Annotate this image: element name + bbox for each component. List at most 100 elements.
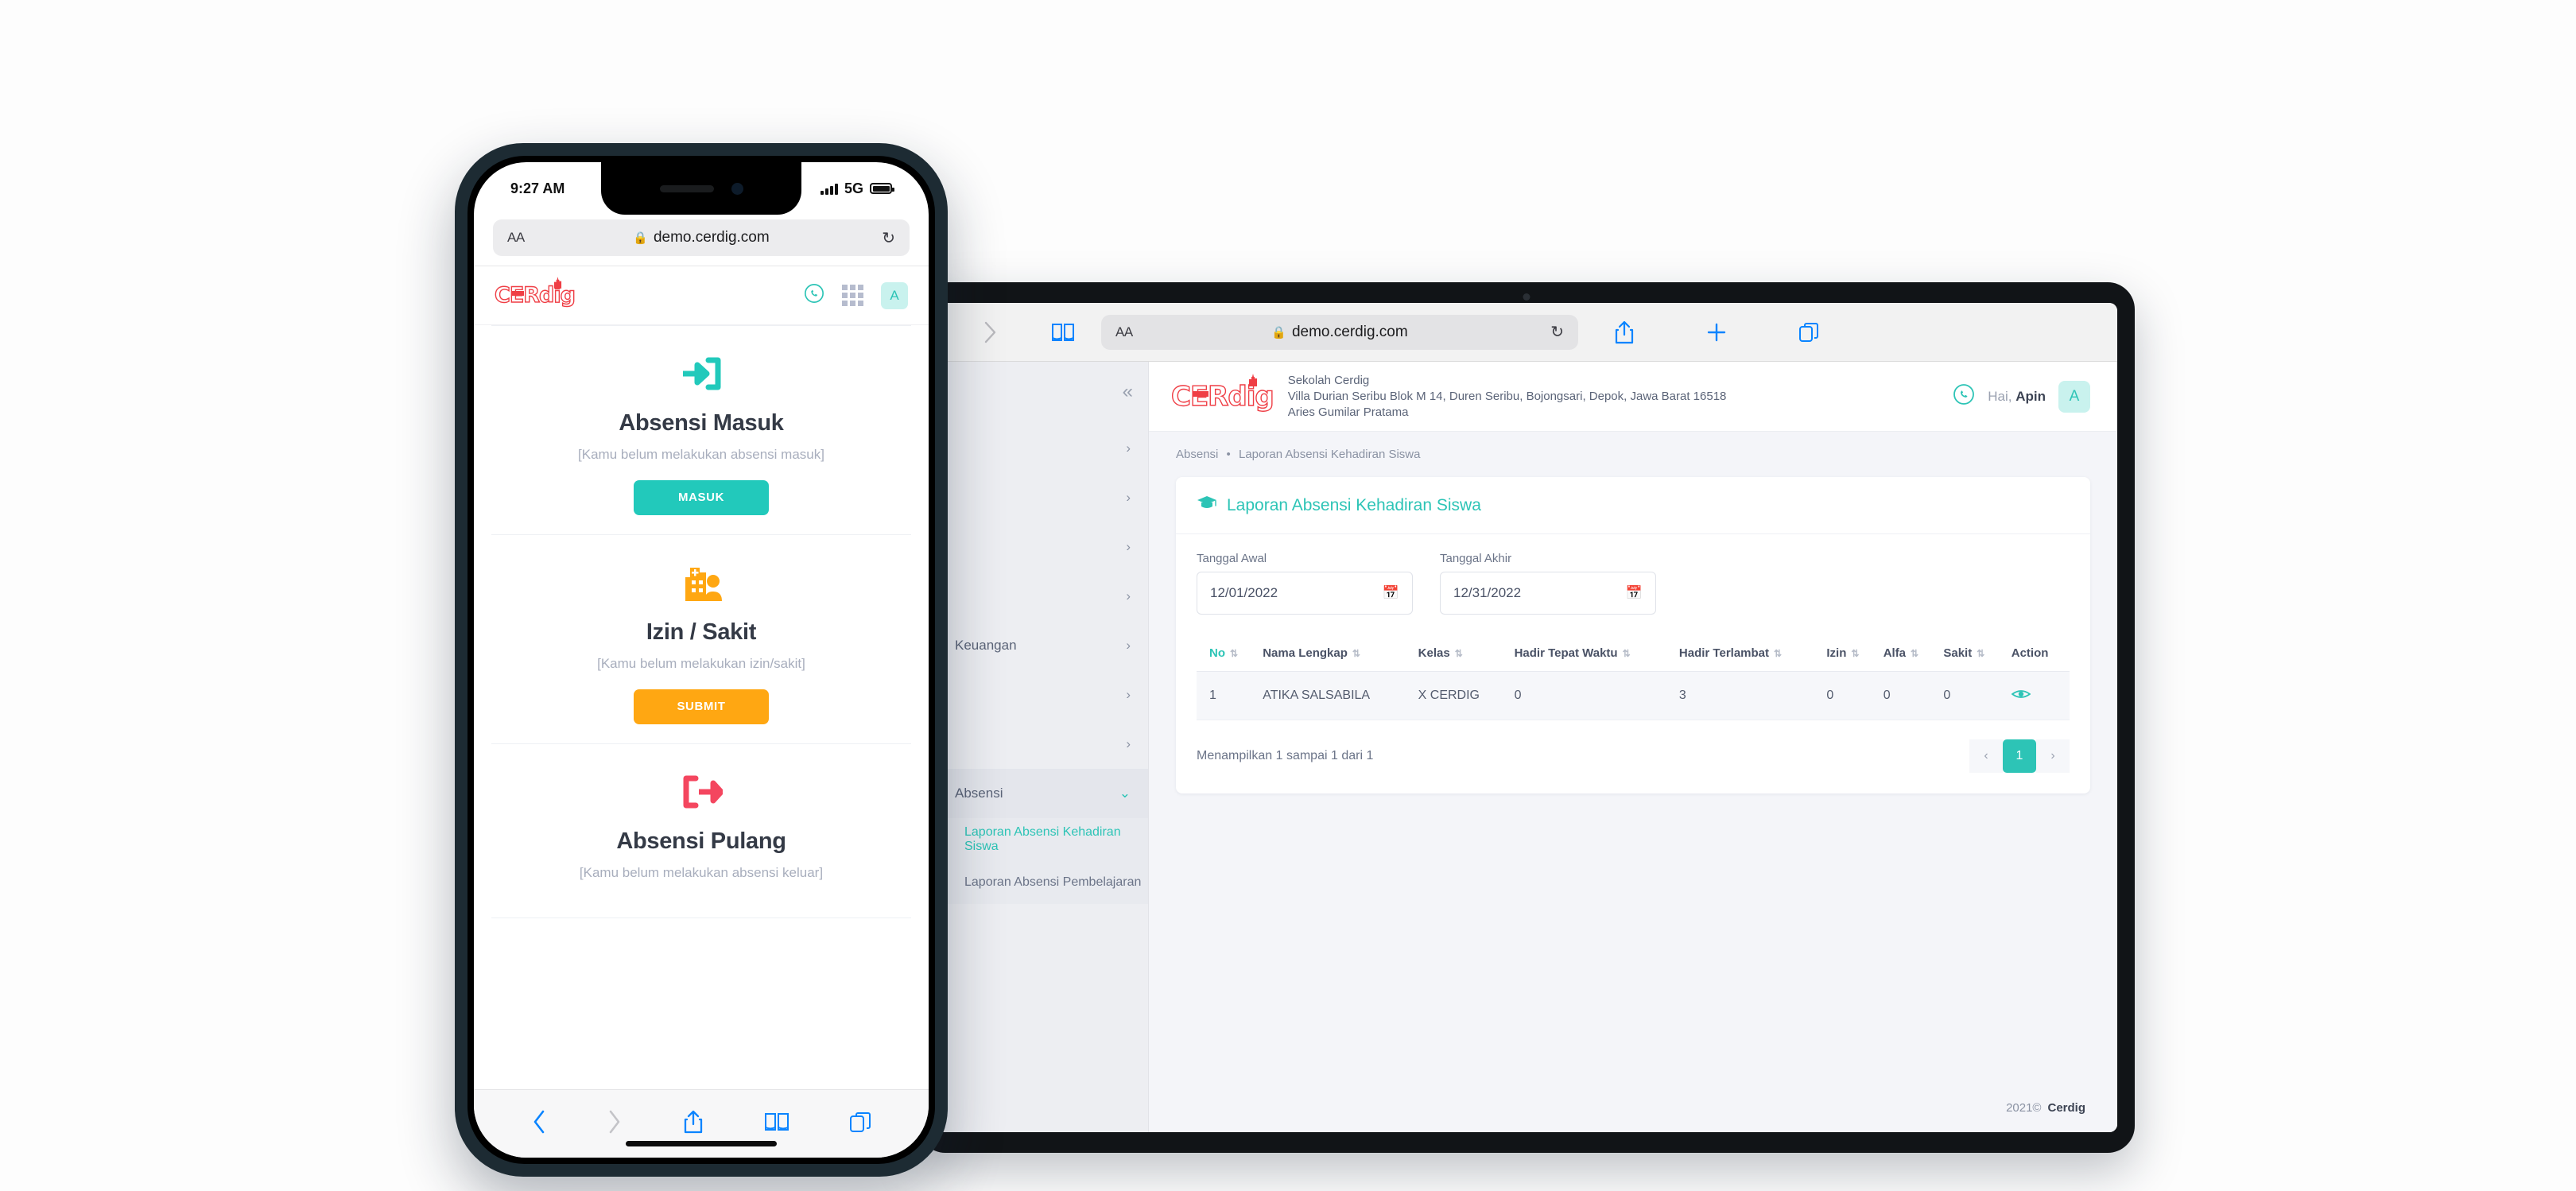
- bookmarks-icon[interactable]: [1025, 322, 1101, 343]
- share-icon[interactable]: [683, 1109, 704, 1139]
- sidebar-subitem-laporan-pembelajaran[interactable]: Laporan Absensi Pembelajaran: [936, 861, 1148, 904]
- main-area: Laporan Absensi Kehadiran Siswa Tanggal …: [1149, 477, 2117, 1083]
- cell-izin: 0: [1820, 671, 1877, 720]
- tabs-icon[interactable]: [849, 1111, 871, 1137]
- school-person: Aries Gumilar Pratama: [1287, 405, 1409, 419]
- column-label: Hadir Terlambat: [1678, 646, 1770, 660]
- tablet-browser-toolbar: AA 🔒 demo.cerdig.com ↻: [936, 303, 2117, 362]
- column-label: Action: [2011, 646, 2049, 660]
- eye-icon[interactable]: [2011, 686, 2031, 704]
- whatsapp-icon[interactable]: [804, 283, 824, 308]
- reload-icon[interactable]: ↻: [882, 228, 895, 248]
- school-address: Villa Durian Seribu Blok M 14, Duren Ser…: [1287, 390, 1727, 403]
- cerdig-logo[interactable]: CERdig: [494, 277, 576, 308]
- sort-icon[interactable]: ⇅: [1851, 648, 1859, 659]
- sidebar-item[interactable]: ›: [936, 522, 1148, 572]
- column-header-alfa[interactable]: Alfa ⇅: [1876, 635, 1938, 672]
- phone-screen: 9:27 AM 5G AA 🔒 demo.cerdig.com ↻ CERdig…: [474, 162, 929, 1158]
- sort-icon[interactable]: ⇅: [1774, 648, 1782, 659]
- avatar[interactable]: A: [2058, 380, 2090, 413]
- earpiece-speaker: [659, 184, 714, 192]
- sort-icon[interactable]: ⇅: [1623, 648, 1631, 659]
- sort-icon[interactable]: ⇅: [1455, 648, 1463, 659]
- logo-tower-icon: [1248, 373, 1257, 386]
- table-body: 1 ATIKA SALSABILA X CERDIG 0 3 0 0 0: [1197, 671, 2070, 720]
- column-header-nama-lengkap[interactable]: Nama Lengkap ⇅: [1256, 635, 1412, 672]
- column-header-sakit[interactable]: Sakit ⇅: [1937, 635, 2005, 672]
- url-display: 🔒 demo.cerdig.com: [1101, 324, 1578, 341]
- phone-content: Absensi Masuk [Kamu belum melakukan abse…: [474, 325, 929, 1089]
- whatsapp-icon[interactable]: [1953, 383, 1975, 409]
- calendar-icon[interactable]: 📅: [1626, 585, 1643, 601]
- absensi-pulang-section: Absensi Pulang [Kamu belum melakukan abs…: [491, 744, 911, 918]
- reload-icon[interactable]: ↻: [1550, 322, 1564, 342]
- grid-icon[interactable]: [842, 285, 863, 306]
- filter-tanggal-awal: Tanggal Awal 12/01/2022 📅: [1197, 552, 1413, 615]
- column-header-hadir-terlambat[interactable]: Hadir Terlambat ⇅: [1672, 635, 1821, 672]
- url-text: demo.cerdig.com: [1291, 323, 1408, 340]
- table-row: 1 ATIKA SALSABILA X CERDIG 0 3 0 0 0: [1197, 671, 2070, 720]
- section-title: Izin / Sakit: [646, 619, 757, 645]
- front-camera: [731, 182, 743, 195]
- header-actions: Hai, Apin A: [1953, 380, 2090, 413]
- share-icon[interactable]: [1578, 320, 1670, 344]
- plus-icon[interactable]: [1670, 322, 1763, 343]
- sidebar-item-label: Keuangan: [955, 638, 1017, 653]
- logo-bar-accent: [1193, 390, 1208, 397]
- footer-brand: Cerdig: [2047, 1100, 2085, 1115]
- chevron-right-icon: ›: [1126, 539, 1131, 554]
- card-title: Laporan Absensi Kehadiran Siswa: [1227, 495, 1481, 514]
- sort-icon[interactable]: ⇅: [1977, 648, 1984, 659]
- pagination-prev[interactable]: ‹: [1969, 739, 2003, 773]
- absensi-masuk-section: Absensi Masuk [Kamu belum melakukan abse…: [491, 325, 911, 535]
- column-header-hadir-tepat-waktu[interactable]: Hadir Tepat Waktu ⇅: [1507, 635, 1673, 672]
- sort-icon[interactable]: ⇅: [1352, 648, 1360, 659]
- section-title: Absensi Pulang: [616, 828, 786, 854]
- column-label: Kelas: [1418, 646, 1450, 660]
- masuk-button[interactable]: MASUK: [634, 479, 769, 515]
- column-header-no[interactable]: No ⇅: [1197, 635, 1257, 672]
- breadcrumb-parent[interactable]: Absensi: [1176, 448, 1218, 461]
- cell-no: 1: [1197, 671, 1257, 720]
- pagination: ‹ 1 ›: [1969, 739, 2070, 773]
- tabs-icon[interactable]: [1763, 322, 1855, 343]
- sidebar-item[interactable]: ›: [936, 572, 1148, 621]
- sort-icon[interactable]: ⇅: [1911, 648, 1918, 659]
- sidebar-item-absensi[interactable]: Absensi ⌄: [936, 769, 1148, 818]
- signal-bars-icon: [821, 183, 838, 195]
- sidebar-item[interactable]: ›: [936, 670, 1148, 720]
- sidebar-item[interactable]: ›: [936, 473, 1148, 522]
- sidebar-item-keuangan[interactable]: Keuangan ›: [936, 621, 1148, 670]
- tablet-url-bar[interactable]: AA 🔒 demo.cerdig.com ↻: [1101, 314, 1578, 350]
- column-header-izin[interactable]: Izin ⇅: [1820, 635, 1877, 672]
- pagination-page-1[interactable]: 1: [2003, 739, 2036, 773]
- avatar[interactable]: A: [881, 281, 908, 309]
- status-indicators: 5G: [821, 180, 894, 197]
- chevron-right-icon: ›: [1126, 638, 1131, 653]
- column-header-kelas[interactable]: Kelas ⇅: [1411, 635, 1508, 672]
- sidebar: « › › › › Keuangan › › › Absensi ⌄ Laporan…: [936, 362, 1149, 1132]
- submit-button[interactable]: SUBMIT: [634, 689, 769, 724]
- phone-url-bar[interactable]: AA 🔒 demo.cerdig.com ↻: [493, 219, 910, 256]
- hospital-person-icon: [499, 559, 903, 607]
- url-display: 🔒 demo.cerdig.com: [493, 229, 910, 246]
- chevrons-left-icon[interactable]: «: [936, 370, 1148, 424]
- sort-icon[interactable]: ⇅: [1230, 648, 1238, 659]
- status-time: 9:27 AM: [510, 180, 565, 196]
- sidebar-item[interactable]: ›: [936, 720, 1148, 769]
- bookmarks-icon[interactable]: [764, 1111, 789, 1136]
- chevron-down-icon: ⌄: [1119, 786, 1131, 801]
- pagination-next[interactable]: ›: [2036, 739, 2070, 773]
- column-label: Nama Lengkap: [1263, 646, 1348, 660]
- date-input-start[interactable]: 12/01/2022 📅: [1197, 572, 1413, 615]
- date-input-end[interactable]: 12/31/2022 📅: [1440, 572, 1656, 615]
- cell-alfa: 0: [1876, 671, 1938, 720]
- forward-icon[interactable]: [607, 1109, 623, 1139]
- cerdig-logo[interactable]: CERdig: [1170, 373, 1274, 413]
- back-icon[interactable]: [531, 1109, 547, 1139]
- sidebar-item[interactable]: ›: [936, 424, 1148, 473]
- forward-icon[interactable]: [956, 320, 1025, 344]
- card-body: Tanggal Awal 12/01/2022 📅 Tanggal Akhir: [1176, 534, 2090, 793]
- calendar-icon[interactable]: 📅: [1383, 585, 1399, 601]
- sidebar-subitem-laporan-kehadiran-siswa[interactable]: Laporan Absensi Kehadiran Siswa: [936, 818, 1148, 861]
